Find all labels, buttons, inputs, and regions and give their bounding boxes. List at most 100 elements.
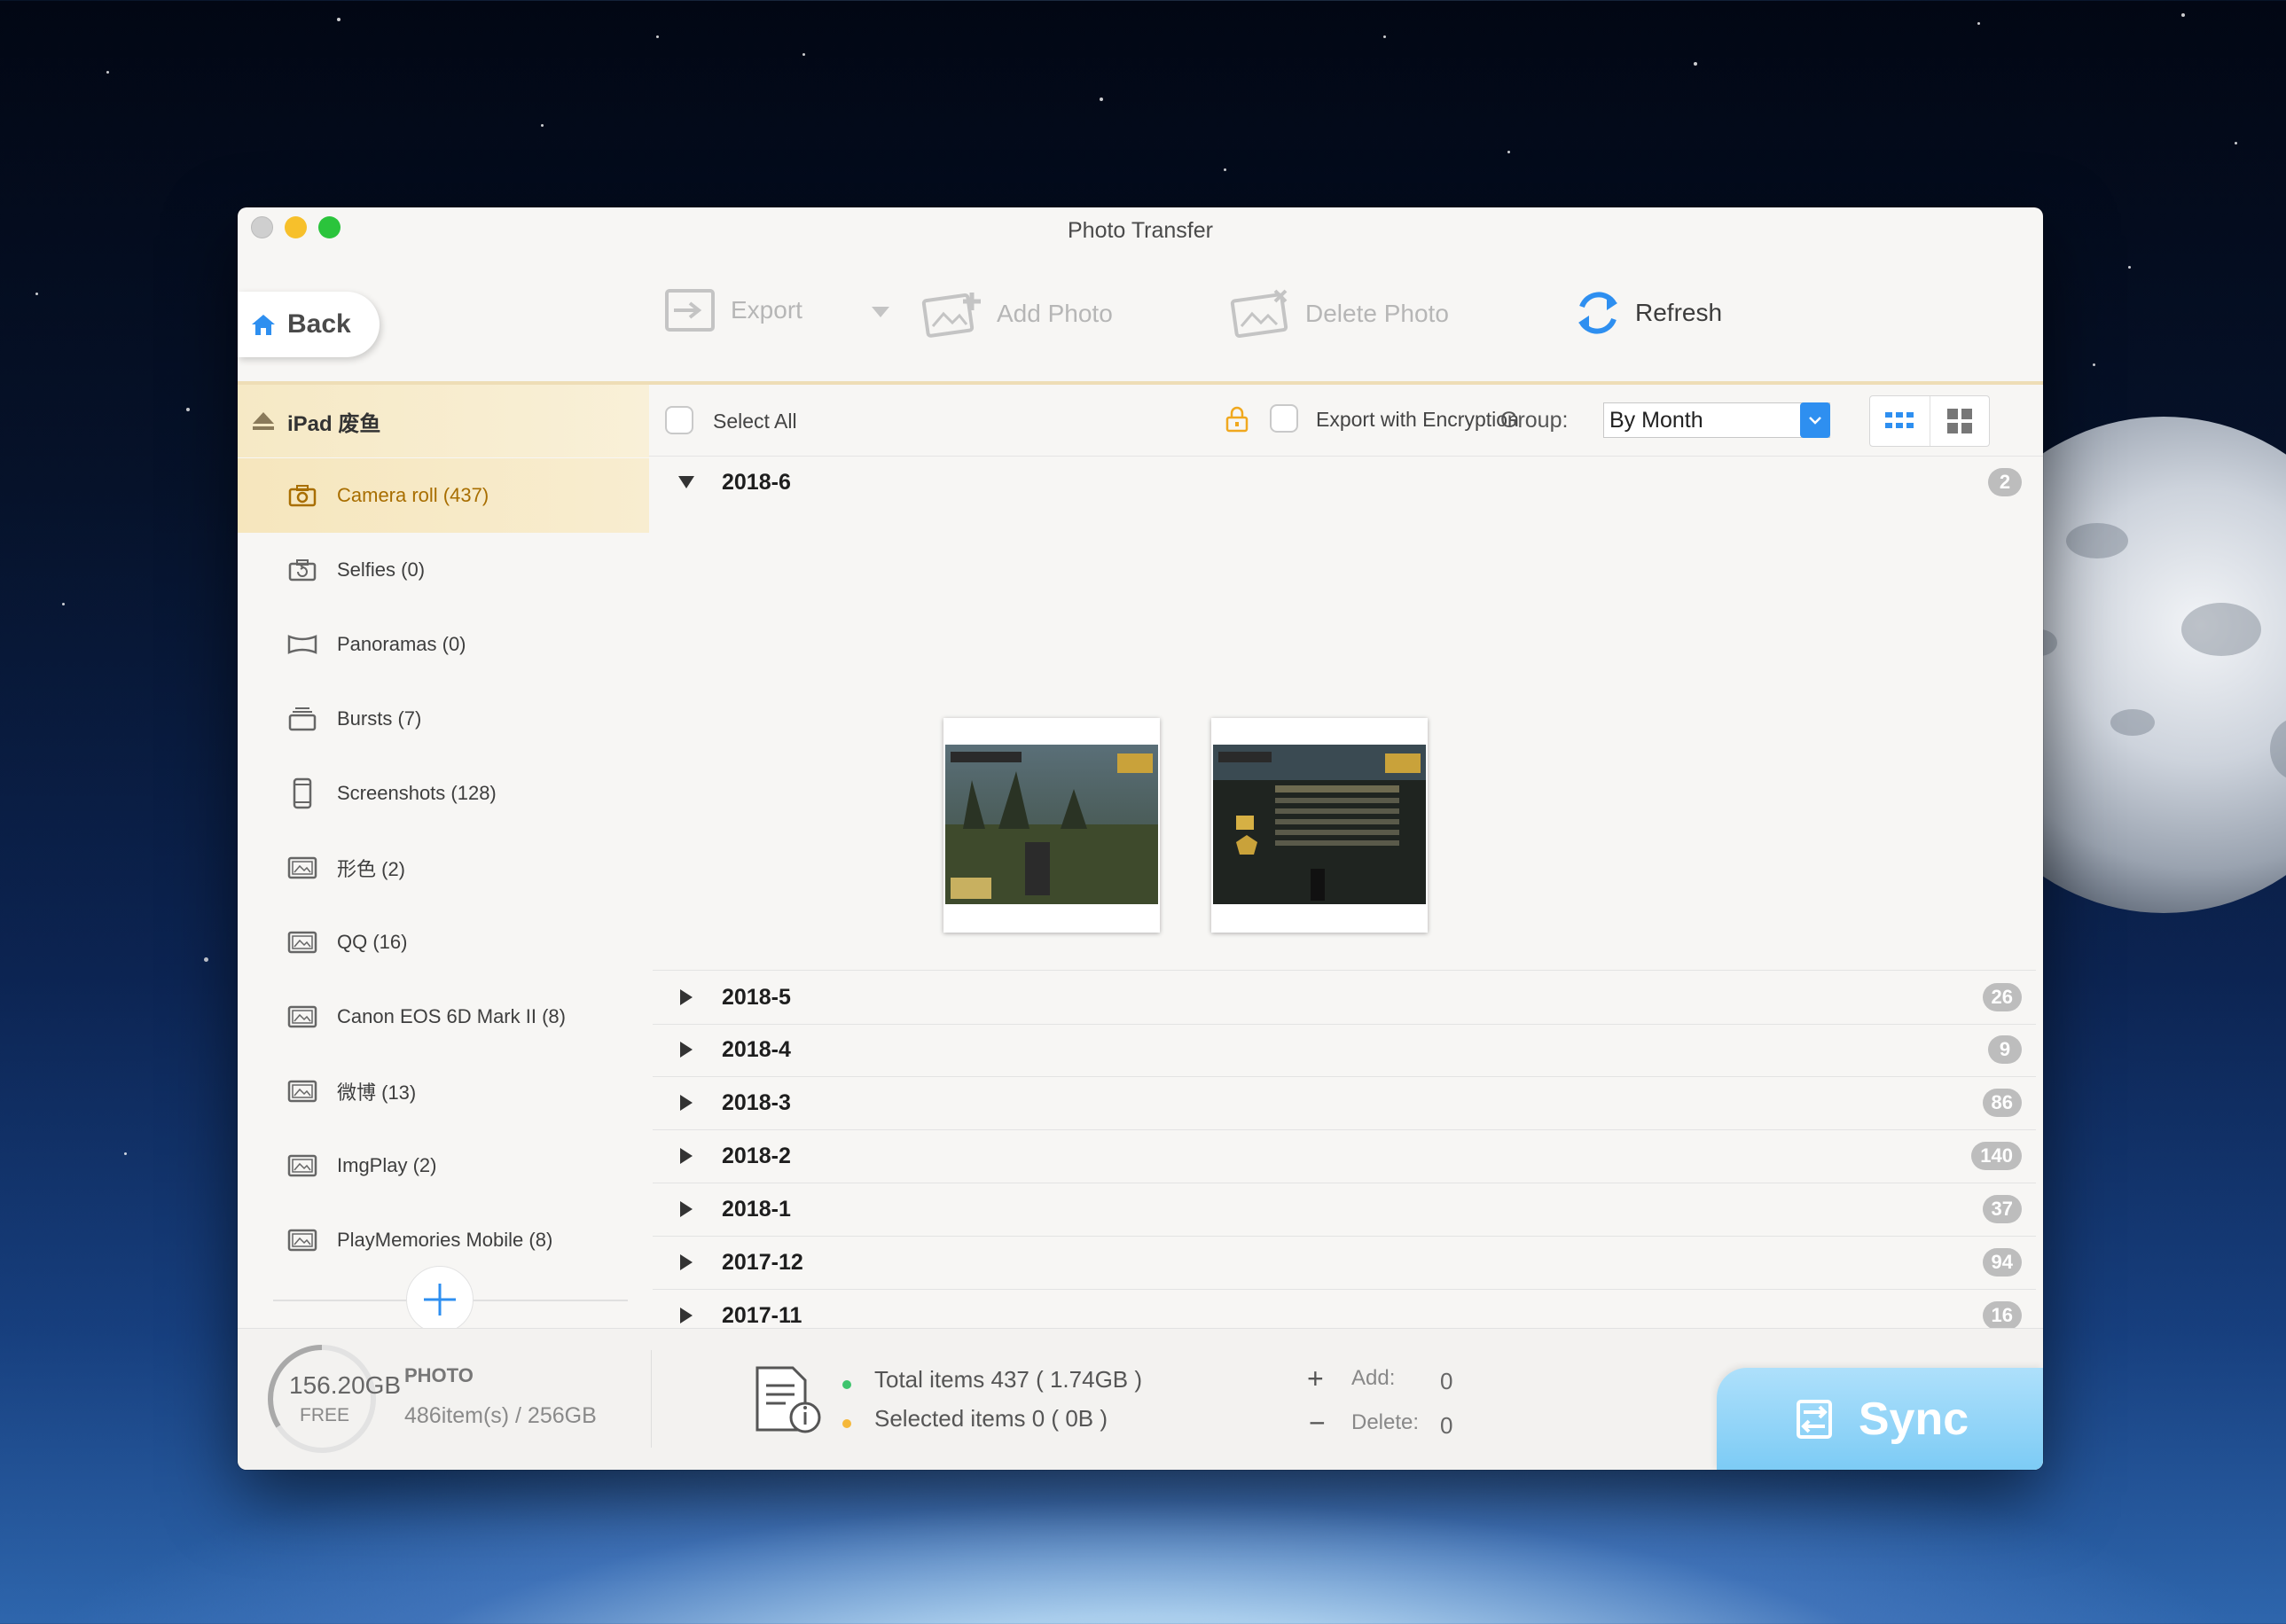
large-grid-icon [1946,409,1972,433]
album-label: Selfies (0) [337,558,426,581]
eject-icon [253,412,274,430]
back-label: Back [287,309,351,339]
album-label: QQ (16) [337,931,408,953]
triangle-right-icon [677,1307,695,1324]
month-label: 2018-5 [722,984,791,1010]
add-photo-button[interactable]: Add Photo [920,287,1113,340]
selected-items-text: Selected items 0 ( 0B ) [874,1405,1108,1432]
sidebar-item-imgplay[interactable]: ImgPlay (2) [238,1128,649,1203]
media-type: PHOTO [404,1364,474,1386]
options-bar: Select All Export with Encryption Group:… [649,385,2043,457]
month-group-header[interactable]: 2018-2 140 [653,1129,2036,1183]
sidebar-item-selfies[interactable]: Selfies (0) [238,533,649,607]
game-screenshot-image [945,745,1158,904]
count-badge: 94 [1982,1248,2022,1277]
refresh-button[interactable]: Refresh [1573,287,1722,339]
selfie-camera-icon [287,557,317,583]
add-label: Add: [1351,1366,1396,1390]
home-icon [252,315,275,335]
sidebar: iPad 废鱼 Camera roll (437) Selfies (0) Pa… [238,385,650,1328]
sidebar-item-xingse[interactable]: 形色 (2) [238,831,649,905]
view-toggle [1869,395,1990,447]
album-icon [287,1227,317,1253]
month-group-header[interactable]: 2018-5 26 [653,970,2036,1025]
add-value: 0 [1440,1368,1453,1394]
month-label: 2017-11 [722,1302,802,1328]
album-label: Camera roll (437) [337,484,489,506]
month-label: 2018-6 [722,469,791,495]
month-group-header[interactable]: 2018-4 9 [653,1023,2036,1077]
album-label: ImgPlay (2) [337,1154,437,1176]
status-divider [651,1350,652,1448]
sidebar-item-canon[interactable]: Canon EOS 6D Mark II (8) [238,980,649,1054]
photo-transfer-window: Photo Transfer Back Export Add Photo Del… [238,207,2043,1470]
sync-label: Sync [1858,1394,1969,1445]
chevron-down-icon [1800,402,1830,438]
add-photo-icon [921,293,981,338]
device-name: iPad 废鱼 [287,411,381,436]
sidebar-item-weibo[interactable]: 微博 (13) [238,1054,649,1128]
phone-icon [287,777,317,809]
add-photo-label: Add Photo [997,300,1113,327]
photo-thumbnail[interactable] [1211,718,1428,933]
lock-icon [1225,406,1249,433]
bursts-icon [287,706,317,732]
sidebar-item-qq[interactable]: QQ (16) [238,905,649,980]
storage-free-label: FREE [300,1405,350,1425]
album-label: Canon EOS 6D Mark II (8) [337,1005,566,1027]
minus-icon: − [1309,1407,1326,1439]
camera-icon [287,482,317,509]
month-label: 2018-2 [722,1143,791,1168]
delete-photo-button[interactable]: Delete Photo [1229,287,1449,340]
delete-photo-label: Delete Photo [1305,300,1449,327]
month-label: 2018-3 [722,1089,791,1115]
group-select[interactable]: By Month [1603,402,1830,438]
sync-icon [1796,1400,1832,1439]
month-label: 2018-4 [722,1036,791,1062]
month-group-header[interactable]: 2018-3 86 [653,1076,2036,1130]
back-button[interactable]: Back [238,292,380,357]
delete-value: 0 [1440,1412,1453,1439]
album-label: Panoramas (0) [337,633,466,655]
small-grid-view-button[interactable] [1870,396,1930,446]
plus-icon [424,1284,456,1316]
photo-thumbnail[interactable] [943,718,1160,933]
sync-button[interactable]: Sync [1717,1368,2043,1470]
sidebar-item-panoramas[interactable]: Panoramas (0) [238,607,649,682]
triangle-right-icon [677,1253,695,1271]
encryption-label: Export with Encryption [1316,408,1519,431]
device-header[interactable]: iPad 废鱼 [238,385,649,457]
triangle-right-icon [677,1041,695,1058]
toolbar: Back Export Add Photo Delete Photo Refre… [238,252,2043,385]
count-badge: 2 [1988,468,2022,496]
album-icon [287,1078,317,1105]
window-title: Photo Transfer [1068,218,1213,243]
caret-down-icon [872,307,889,317]
month-group-header[interactable]: 2017-12 94 [653,1236,2036,1290]
add-album-button[interactable] [406,1266,474,1333]
month-label: 2018-1 [722,1196,791,1222]
count-badge: 26 [1982,983,2022,1011]
small-grid-icon [1885,412,1914,428]
game-scoreboard-image [1213,745,1426,904]
sidebar-item-screenshots[interactable]: Screenshots (128) [238,756,649,831]
photo-panel: Select All Export with Encryption Group:… [649,385,2043,1470]
export-icon [665,289,715,332]
sidebar-item-bursts[interactable]: Bursts (7) [238,682,649,756]
export-button[interactable]: Export [662,285,802,335]
group-label: Group: [1500,408,1569,433]
select-all-checkbox[interactable] [665,406,693,434]
large-grid-view-button[interactable] [1929,396,1990,446]
count-badge: 140 [1971,1142,2022,1170]
panorama-icon [287,631,317,658]
export-dropdown-button[interactable] [871,305,903,319]
encryption-checkbox[interactable] [1270,404,1298,433]
month-group-header[interactable]: 2018-1 37 [653,1183,2036,1237]
sidebar-item-camera-roll[interactable]: Camera roll (437) [238,458,649,533]
month-group-header[interactable]: 2018-6 2 [653,456,2036,509]
album-icon [287,1003,317,1030]
triangle-right-icon [677,1147,695,1165]
delete-photo-icon [1230,289,1288,339]
month-label: 2017-12 [722,1249,803,1275]
count-badge: 86 [1982,1089,2022,1117]
